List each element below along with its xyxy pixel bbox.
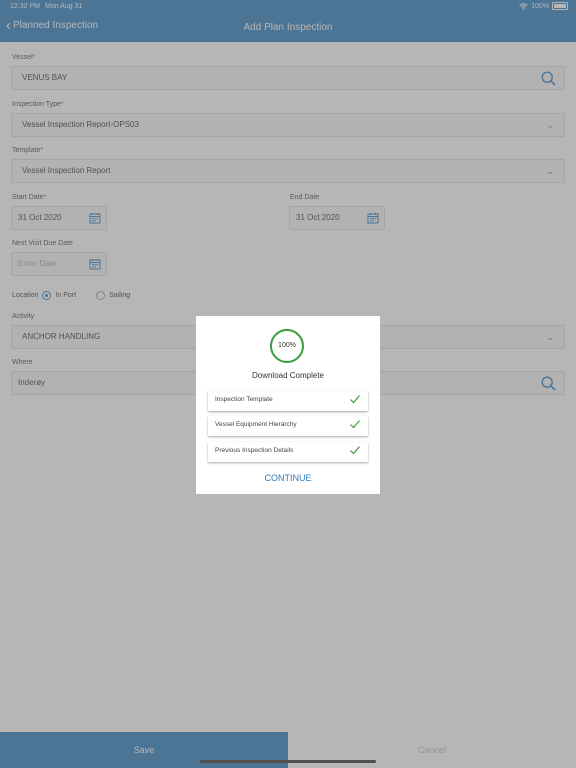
checkmark-icon <box>350 420 360 429</box>
download-item-label: Previous Inspection Details <box>215 447 294 454</box>
dialog-title: Download Complete <box>251 371 325 380</box>
checkmark-icon <box>350 395 360 404</box>
download-item: Vessel Equipment Hierarchy <box>208 416 368 436</box>
download-complete-dialog: 100% Download Complete Inspection Templa… <box>196 316 380 494</box>
progress-indicator: 100% <box>270 329 304 363</box>
download-item: Inspection Template <box>208 391 368 411</box>
download-item-label: Inspection Template <box>215 396 273 403</box>
download-item-label: Vessel Equipment Hierarchy <box>215 421 297 428</box>
checkmark-icon <box>350 446 360 455</box>
continue-button[interactable]: CONTINUE <box>196 473 380 483</box>
download-item: Previous Inspection Details <box>208 442 368 462</box>
